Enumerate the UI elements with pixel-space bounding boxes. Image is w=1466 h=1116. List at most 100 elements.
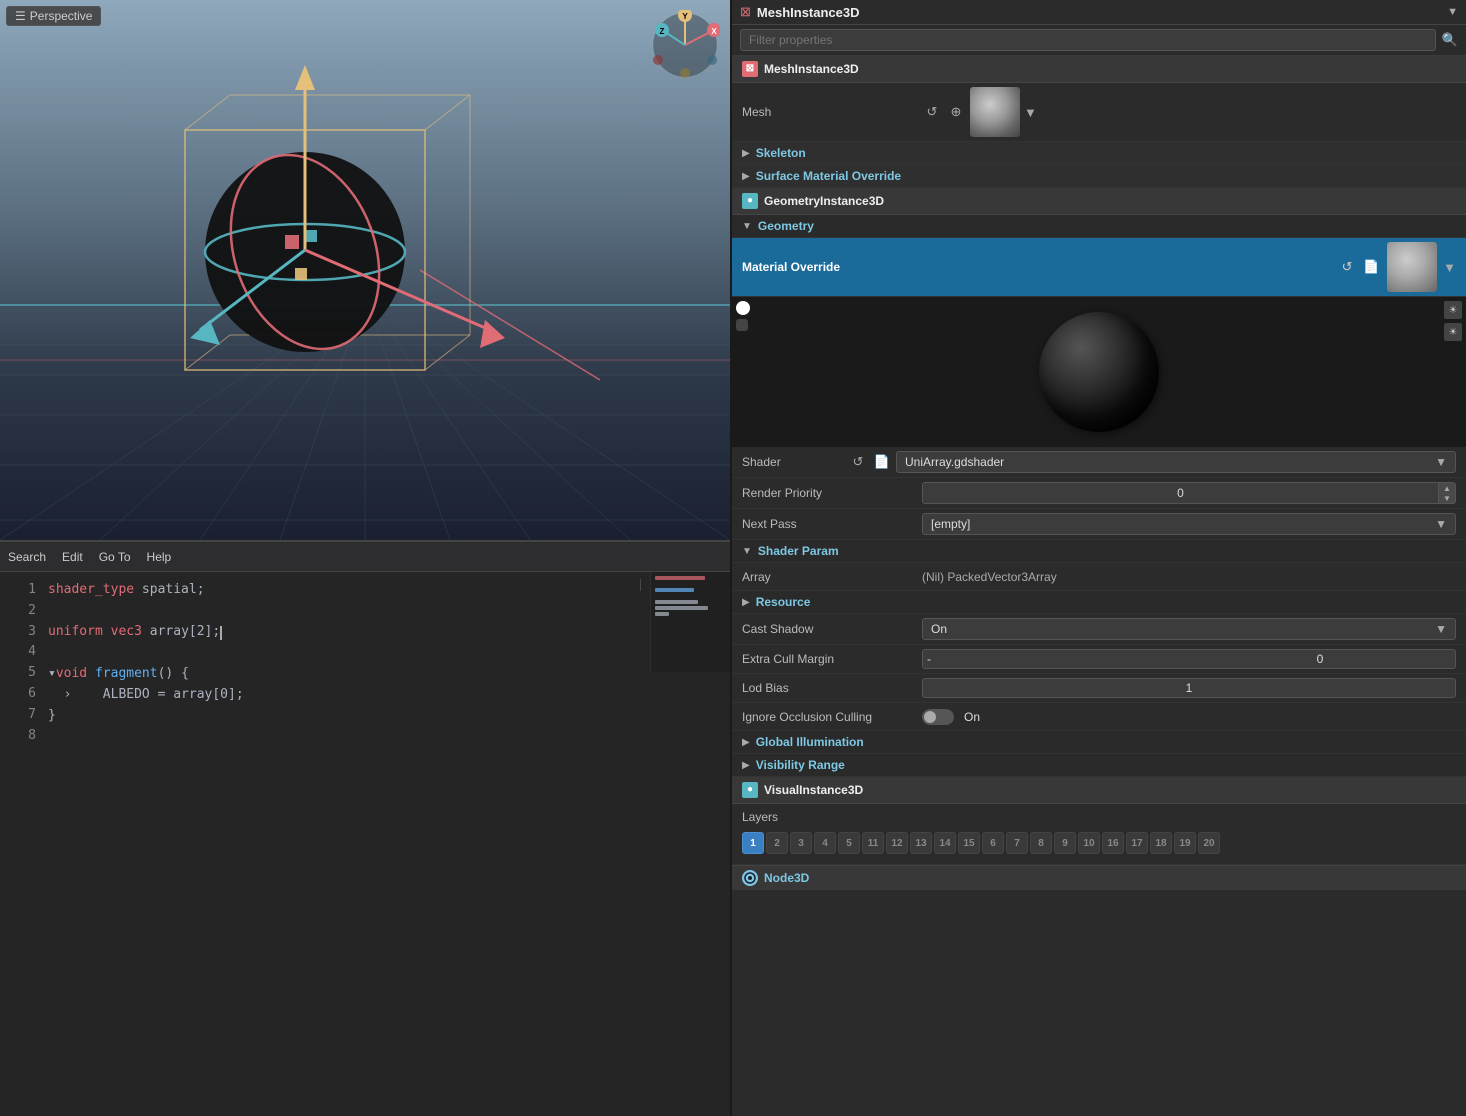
extra-cull-minus: - [923,650,1185,668]
layer-16[interactable]: 16 [1102,832,1124,854]
viewport-background [0,0,730,540]
layer-18[interactable]: 18 [1150,832,1172,854]
skeleton-row[interactable]: ▶ Skeleton [732,142,1466,165]
shader-file-btn[interactable]: 📄 [872,452,892,472]
code-line-8 [48,727,722,748]
left-panel: ☰ Perspective Y X Z [0,0,730,1116]
layer-14[interactable]: 14 [934,832,956,854]
mesh-action-icons: ↺ ⊕ [922,102,966,122]
mesh-add-btn[interactable]: ⊕ [946,102,966,122]
ignore-occlusion-label: Ignore Occlusion Culling [742,710,922,724]
spinner-down-btn[interactable]: ▼ [1439,493,1455,503]
lod-bias-spinner[interactable]: 1 [922,678,1456,698]
layers-grid: 1 2 3 4 5 11 12 13 14 15 6 7 8 9 10 16 1… [742,828,1220,858]
layer-13[interactable]: 13 [910,832,932,854]
layer-6[interactable]: 6 [982,832,1004,854]
render-priority-spinner[interactable]: 0 ▲ ▼ [922,482,1456,504]
visibility-range-arrow: ▶ [742,760,750,771]
filter-search-icon: 🔍 [1442,32,1458,48]
preview-controls-left [736,301,750,331]
layer-17[interactable]: 17 [1126,832,1148,854]
global-illumination-row[interactable]: ▶ Global Illumination [732,731,1466,754]
line-numbers: 1 2 3 4 5 6 7 8 [0,572,40,1116]
lod-bias-number: 1 [923,679,1455,697]
mesh-dropdown-arrow[interactable]: ▼ [1024,105,1037,120]
render-priority-row: Render Priority 0 ▲ ▼ [732,478,1466,509]
layer-8[interactable]: 8 [1030,832,1052,854]
layer-5[interactable]: 5 [838,832,860,854]
menu-help[interactable]: Help [147,550,172,564]
viewport[interactable]: ☰ Perspective Y X Z [0,0,730,540]
ignore-occlusion-toggle[interactable] [922,709,954,725]
menu-search[interactable]: Search [8,550,46,564]
shader-param-label: Shader Param [758,544,839,558]
svg-text:Z: Z [660,27,665,36]
next-pass-value: [empty] ▼ [922,513,1456,535]
visual-instance-section-label: VisualInstance3D [764,783,863,797]
menu-edit[interactable]: Edit [62,550,83,564]
gizmo-axis[interactable]: Y X Z [650,10,720,80]
layer-10[interactable]: 10 [1078,832,1100,854]
ignore-occlusion-on-label: On [964,710,980,724]
keyword-void: void [56,664,87,685]
resource-arrow: ▶ [742,597,750,608]
shader-reset-btn[interactable]: ↺ [848,452,868,472]
extra-cull-spinner[interactable]: - 0 [922,649,1456,669]
next-pass-dropdown[interactable]: [empty] ▼ [922,513,1456,535]
material-reset-btn[interactable]: ↺ [1337,257,1357,277]
keyword-vec3: vec3 [111,622,142,643]
render-priority-value: 0 ▲ ▼ [922,482,1456,504]
preview-env-btn[interactable]: ☀ [1444,323,1462,341]
cast-shadow-dropdown[interactable]: On ▼ [922,618,1456,640]
layer-3[interactable]: 3 [790,832,812,854]
visibility-range-row[interactable]: ▶ Visibility Range [732,754,1466,777]
shader-param-arrow: ▼ [742,546,752,557]
inspector-dropdown-arrow[interactable]: ▼ [1447,6,1458,18]
mesh-instance-section-label: MeshInstance3D [764,62,859,76]
layer-11[interactable]: 11 [862,832,884,854]
code-area[interactable]: shader_type spatial; uniform vec3 array[… [40,572,730,1116]
perspective-label[interactable]: ☰ Perspective [6,6,101,26]
filter-input[interactable] [740,29,1436,51]
layer-12[interactable]: 12 [886,832,908,854]
geometry-label: Geometry [758,219,814,233]
layer-1[interactable]: 1 [742,832,764,854]
visibility-range-label: Visibility Range [756,758,845,772]
material-file-btn[interactable]: 📄 [1361,257,1381,277]
code-content[interactable]: 1 2 3 4 5 6 7 8 shader_type spatial; uni… [0,572,730,1116]
preview-dot-2[interactable] [736,319,748,331]
layer-2[interactable]: 2 [766,832,788,854]
spinner-up-btn[interactable]: ▲ [1439,483,1455,493]
inspector-panel: ⊠ MeshInstance3D ▼ 🔍 ⊠ MeshInstance3D Me… [730,0,1466,1116]
keyword-shader-type: shader_type [48,580,134,601]
surface-material-row[interactable]: ▶ Surface Material Override [732,165,1466,188]
shader-dropdown[interactable]: UniArray.gdshader ▼ [896,451,1456,473]
layer-15[interactable]: 15 [958,832,980,854]
mesh-label: Mesh [742,105,922,119]
preview-dot-1[interactable] [736,301,750,315]
geometry-collapsible-row[interactable]: ▼ Geometry [732,215,1466,238]
skeleton-collapse-arrow: ▶ [742,148,750,159]
menu-goto[interactable]: Go To [99,550,131,564]
mesh-reset-btn[interactable]: ↺ [922,102,942,122]
material-dropdown-arrow[interactable]: ▼ [1443,260,1456,275]
preview-controls-right: ☀ ☀ [1444,301,1462,341]
toggle-inner [924,711,936,723]
layer-4[interactable]: 4 [814,832,836,854]
layer-20[interactable]: 20 [1198,832,1220,854]
shader-param-row[interactable]: ▼ Shader Param [732,540,1466,563]
function-fragment: fragment [95,664,158,685]
layer-19[interactable]: 19 [1174,832,1196,854]
preview-sun-btn[interactable]: ☀ [1444,301,1462,319]
lod-bias-value: 1 [922,678,1456,698]
code-line-6: › ALBEDO = array[0]; [48,685,722,706]
cast-shadow-row: Cast Shadow On ▼ [732,614,1466,645]
node3d-section: Node3D [732,865,1466,890]
material-preview: ☀ ☀ [732,297,1466,447]
svg-text:X: X [711,27,717,36]
layer-7[interactable]: 7 [1006,832,1028,854]
resource-row[interactable]: ▶ Resource [732,591,1466,614]
material-override-row: Material Override ↺ 📄 ▼ [732,238,1466,297]
keyword-uniform: uniform [48,622,103,643]
layer-9[interactable]: 9 [1054,832,1076,854]
